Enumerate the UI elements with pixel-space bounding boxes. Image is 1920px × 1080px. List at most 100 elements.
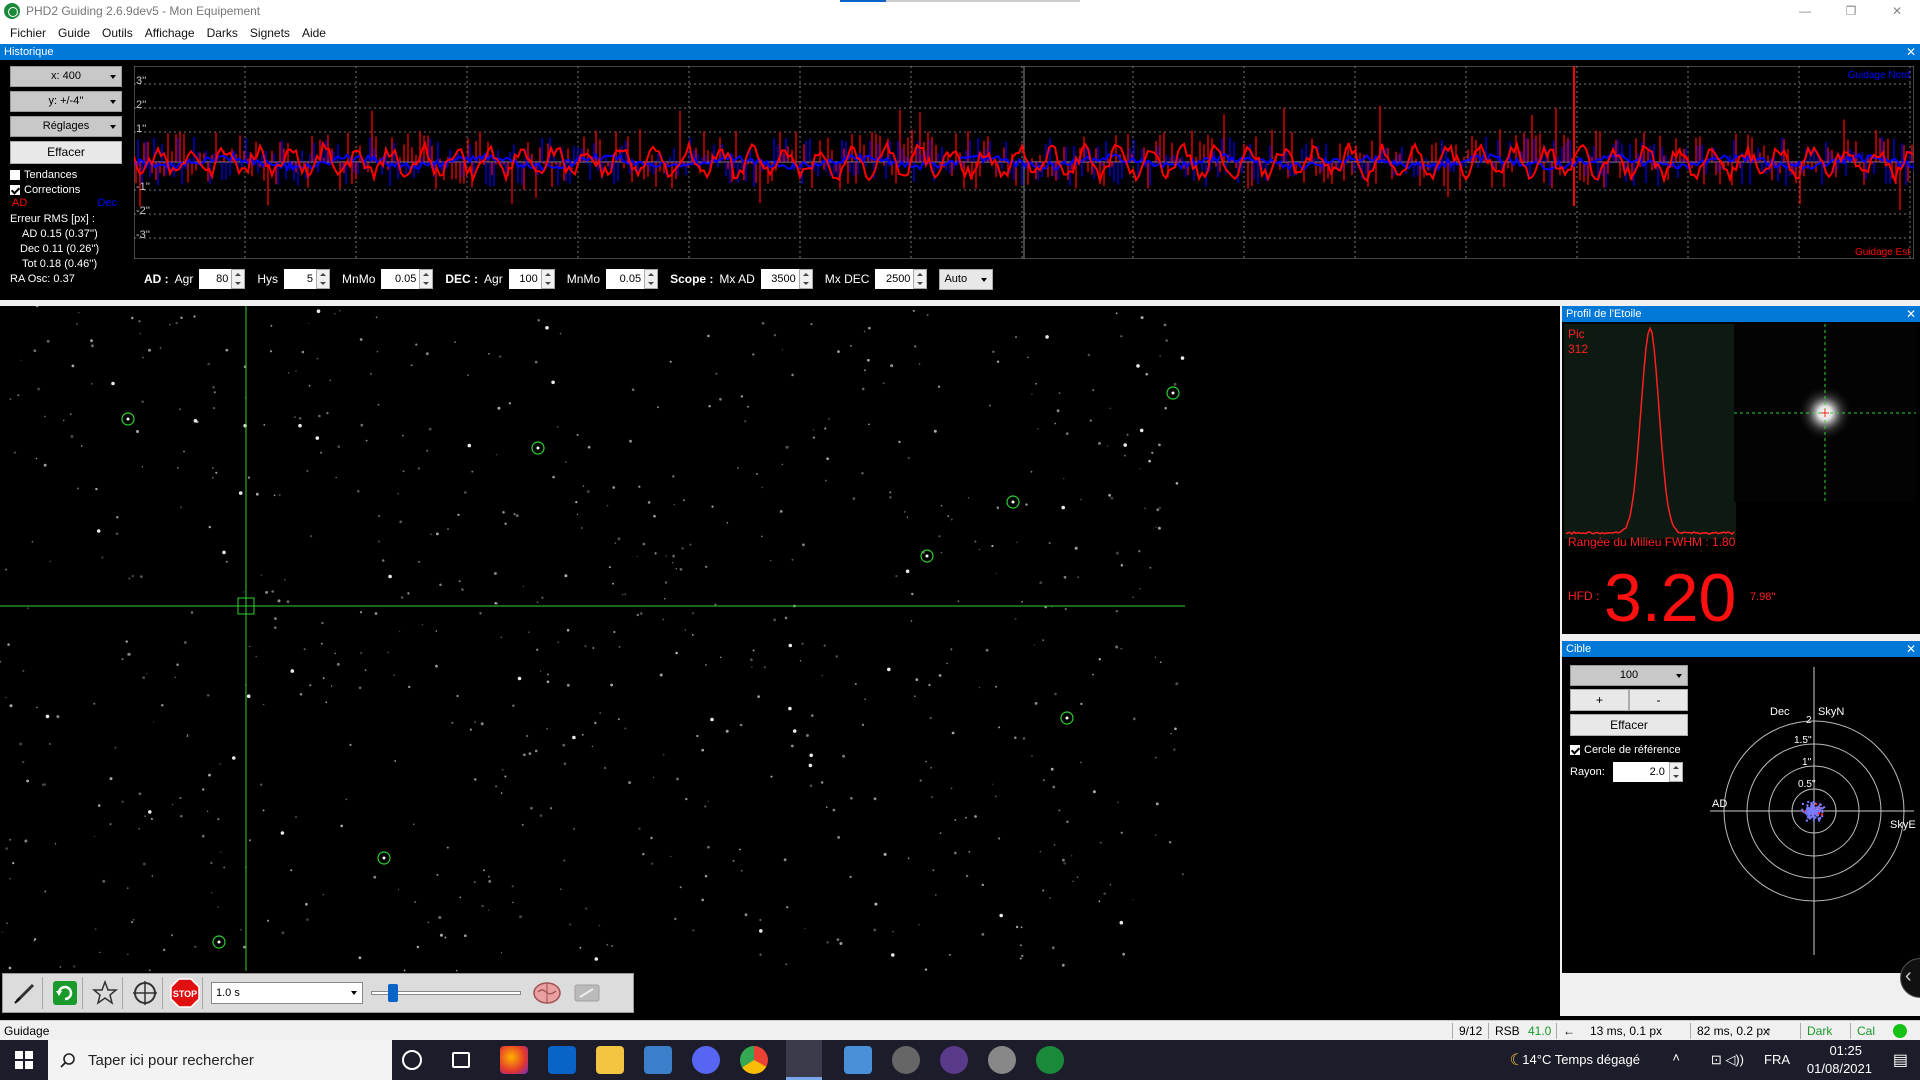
faint-star bbox=[546, 727, 548, 730]
exposure-dropdown[interactable]: 1.0 s bbox=[211, 982, 363, 1004]
ref-circle-checkbox-row[interactable]: Cercle de référence bbox=[1570, 744, 1681, 756]
gamma-slider-thumb[interactable] bbox=[388, 984, 398, 1002]
tray-chevron-icon[interactable]: ˄ bbox=[1672, 1050, 1680, 1065]
dec-mnmo-arrows[interactable] bbox=[644, 269, 659, 289]
ra-mnmo-arrows[interactable] bbox=[419, 269, 434, 289]
equipment-button[interactable] bbox=[7, 977, 43, 1009]
mail-icon[interactable] bbox=[548, 1046, 576, 1074]
weather-text[interactable]: 14°C Temps dégagé bbox=[1522, 1052, 1640, 1067]
dec-agr-arrows[interactable] bbox=[540, 269, 555, 289]
hys-value[interactable]: 5 bbox=[284, 269, 317, 289]
faint-star bbox=[217, 818, 220, 821]
notification-icon[interactable]: ▤ bbox=[1893, 1050, 1908, 1070]
target-close-button[interactable]: ✕ bbox=[1906, 641, 1916, 657]
chrome-icon[interactable] bbox=[740, 1046, 768, 1074]
mx-dec-spin[interactable]: 2500 bbox=[875, 269, 928, 289]
start-button[interactable] bbox=[0, 1040, 48, 1080]
restore-button[interactable]: ❐ bbox=[1828, 0, 1874, 22]
close-window-button[interactable]: ✕ bbox=[1874, 0, 1920, 22]
faint-star bbox=[998, 726, 1001, 729]
ref-circle-checkbox[interactable] bbox=[1570, 745, 1580, 755]
app-icon-3[interactable] bbox=[988, 1046, 1016, 1074]
windows-logo-icon bbox=[15, 1051, 33, 1069]
faint-star bbox=[1049, 897, 1051, 899]
trends-checkbox-row[interactable]: Tendances bbox=[10, 167, 125, 182]
faint-star bbox=[526, 735, 529, 737]
mx-ad-spin[interactable]: 3500 bbox=[760, 269, 813, 289]
task-view-icon[interactable] bbox=[452, 1052, 470, 1068]
faint-star bbox=[974, 815, 977, 818]
menu-signets[interactable]: Signets bbox=[244, 26, 296, 40]
x-scale-dropdown[interactable]: x: 400 bbox=[10, 66, 122, 87]
dec-mode-dropdown[interactable]: Auto bbox=[939, 268, 994, 290]
photos-icon[interactable] bbox=[644, 1046, 672, 1074]
faint-star bbox=[1175, 682, 1179, 686]
hys-arrows[interactable] bbox=[316, 269, 331, 289]
target-clear-button[interactable]: Effacer bbox=[1570, 714, 1688, 736]
corrections-checkbox[interactable] bbox=[10, 184, 20, 195]
tray-icons[interactable]: ⊡ ◁)) bbox=[1711, 1052, 1744, 1068]
radius-arrows[interactable] bbox=[1668, 762, 1683, 782]
corrections-checkbox-row[interactable]: Corrections bbox=[10, 182, 125, 197]
ra-mnmo-value[interactable]: 0.05 bbox=[381, 269, 420, 289]
dec-agr-value[interactable]: 100 bbox=[508, 269, 541, 289]
radius-value[interactable]: 2.0 bbox=[1612, 762, 1669, 782]
stop-button[interactable]: STOP bbox=[167, 977, 203, 1009]
firefox-icon[interactable] bbox=[500, 1046, 528, 1074]
ra-agr-spin[interactable]: 80 bbox=[199, 269, 246, 289]
hys-spin[interactable]: 5 bbox=[284, 269, 331, 289]
profile-close-button[interactable]: ✕ bbox=[1906, 306, 1916, 322]
mx-dec-value[interactable]: 2500 bbox=[875, 269, 914, 289]
gamma-slider[interactable] bbox=[371, 982, 521, 1004]
tools-button[interactable] bbox=[569, 977, 605, 1009]
dec-agr-spin[interactable]: 100 bbox=[508, 269, 555, 289]
clock-date[interactable]: 01/08/2021 bbox=[1807, 1061, 1872, 1076]
taskbar-search-box[interactable]: Taper ici pour rechercher bbox=[48, 1040, 392, 1080]
menu-darks[interactable]: Darks bbox=[201, 26, 244, 40]
mx-dec-arrows[interactable] bbox=[913, 269, 928, 289]
menu-affichage[interactable]: Affichage bbox=[139, 26, 201, 40]
language-indicator[interactable]: FRA bbox=[1764, 1052, 1790, 1067]
file-explorer-icon[interactable] bbox=[596, 1046, 624, 1074]
settings-dropdown[interactable]: Réglages bbox=[10, 116, 122, 137]
hfd-value: 3.20 bbox=[1604, 560, 1736, 634]
faint-star bbox=[5, 568, 8, 571]
faint-star bbox=[59, 966, 62, 968]
y-scale-dropdown[interactable]: y: +/-4'' bbox=[10, 91, 122, 112]
camera-view[interactable] bbox=[0, 306, 1560, 1016]
guide-button[interactable] bbox=[127, 977, 163, 1009]
cortana-icon[interactable] bbox=[402, 1050, 422, 1070]
discord-icon[interactable] bbox=[692, 1046, 720, 1074]
ra-agr-arrows[interactable] bbox=[231, 269, 246, 289]
phd2-taskbar-icon[interactable] bbox=[1036, 1046, 1064, 1074]
clock-time[interactable]: 01:25 bbox=[1829, 1043, 1862, 1058]
menu-guide[interactable]: Guide bbox=[52, 26, 96, 40]
active-app-icon[interactable] bbox=[786, 1040, 822, 1080]
faint-star bbox=[647, 501, 651, 504]
mx-ad-arrows[interactable] bbox=[798, 269, 813, 289]
target-zoom-in-button[interactable]: + bbox=[1570, 689, 1629, 711]
brain-settings-button[interactable] bbox=[529, 977, 565, 1009]
ra-mnmo-spin[interactable]: 0.05 bbox=[381, 269, 434, 289]
menu-outils[interactable]: Outils bbox=[96, 26, 139, 40]
loop-button[interactable] bbox=[47, 977, 83, 1009]
target-zoom-out-button[interactable]: - bbox=[1629, 689, 1688, 711]
minimize-button[interactable]: — bbox=[1782, 0, 1828, 22]
history-graph[interactable]: 3'' 2'' 1'' -1'' -2'' -3'' Guidage Nord … bbox=[134, 66, 1914, 259]
auto-select-star-button[interactable] bbox=[87, 977, 123, 1009]
dec-mnmo-spin[interactable]: 0.05 bbox=[606, 269, 659, 289]
menu-fichier[interactable]: Fichier bbox=[4, 26, 52, 40]
ra-agr-value[interactable]: 80 bbox=[199, 269, 232, 289]
app-icon-1[interactable] bbox=[892, 1046, 920, 1074]
history-close-button[interactable]: ✕ bbox=[1906, 44, 1916, 60]
menu-aide[interactable]: Aide bbox=[296, 26, 332, 40]
app-icon-2[interactable] bbox=[940, 1046, 968, 1074]
dec-mnmo-value[interactable]: 0.05 bbox=[606, 269, 645, 289]
mx-ad-value[interactable]: 3500 bbox=[760, 269, 799, 289]
calculator-icon[interactable] bbox=[844, 1046, 872, 1074]
trends-checkbox[interactable] bbox=[10, 169, 20, 180]
history-clear-button[interactable]: Effacer bbox=[10, 141, 122, 164]
target-scale-dropdown[interactable]: 100 bbox=[1570, 665, 1688, 686]
faint-star bbox=[223, 866, 226, 869]
faint-star bbox=[1156, 508, 1160, 512]
